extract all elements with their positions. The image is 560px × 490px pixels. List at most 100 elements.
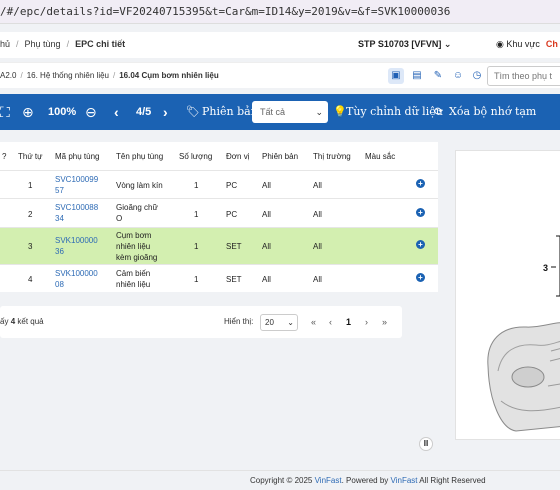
part-name: Vòng làm kín xyxy=(116,181,163,190)
chevron-down-icon: ⌄ xyxy=(443,39,452,49)
callout-number: 3 xyxy=(543,263,548,273)
next-page-button[interactable]: › xyxy=(365,317,368,327)
part-name: Gioăng chữ O xyxy=(116,203,158,223)
part-code-link[interactable]: SVC100088 34 xyxy=(55,202,98,224)
breadcrumb-model[interactable]: A2.0 xyxy=(0,71,16,80)
col-header-code: Mã phụ tùng xyxy=(55,152,100,161)
language-selector[interactable]: Ch xyxy=(546,39,558,49)
globe-icon: ◉ xyxy=(496,39,504,49)
part-search-input[interactable] xyxy=(487,66,560,86)
breadcrumb-assembly: 16.04 Cụm bơm nhiên liệu xyxy=(119,71,219,80)
last-page-button[interactable]: » xyxy=(382,317,387,327)
row-unit: SET xyxy=(226,242,242,251)
browser-url-bar[interactable]: /#/epc/details?id=VF20240715395&t=Car&m=… xyxy=(0,0,560,24)
row-market: All xyxy=(313,242,322,251)
clear-cache-button[interactable]: Xóa bộ nhớ tạm xyxy=(449,94,536,130)
top-nav: hủ / Phụ tùng / EPC chi tiết STP S10703 [VFV… xyxy=(0,32,560,58)
next-page-icon[interactable]: › xyxy=(163,94,168,130)
refresh-icon[interactable]: ⟳ xyxy=(434,94,443,130)
page-size-label: Hiển thị: xyxy=(224,317,254,326)
vinfast-link[interactable]: VinFast xyxy=(315,476,342,485)
col-header-version: Phiên bản xyxy=(262,152,299,161)
col-header-unit: Đơn vị xyxy=(226,152,250,161)
current-page-button[interactable]: 1 xyxy=(346,317,351,327)
row-qty: 1 xyxy=(194,181,199,190)
table-row[interactable]: 2 SVC100088 34 Gioăng chữ O 1 PC All All + xyxy=(0,198,438,227)
row-version: All xyxy=(262,210,271,219)
table-row[interactable]: 4 SVK100000 08 Cảm biến nhiên liệu 1 SET A… xyxy=(0,264,438,292)
table-row-selected[interactable]: 3 SVK100000 36 Cụm bơm nhiên liệu kèm gioăn… xyxy=(0,227,438,264)
row-order: 2 xyxy=(28,210,33,219)
add-to-cart-icon[interactable]: + xyxy=(416,273,425,282)
vinfast-link[interactable]: VinFast xyxy=(391,476,418,485)
page-indicator: 4/5 xyxy=(136,106,152,118)
url-text: /#/epc/details?id=VF20240715395&t=Car&m=… xyxy=(0,5,451,18)
row-market: All xyxy=(313,210,322,219)
part-name: Cảm biến nhiên liệu xyxy=(116,269,151,289)
row-order: 4 xyxy=(28,275,33,284)
grid-view-icon[interactable]: ▣ xyxy=(388,68,404,84)
col-header-qty: Số lượng xyxy=(179,152,213,161)
main-breadcrumb: hủ / Phụ tùng / EPC chi tiết xyxy=(0,39,126,49)
breadcrumb-home[interactable]: hủ xyxy=(0,39,10,49)
footer: Copyright © 2025 VinFast. Powered by Vin… xyxy=(0,470,560,490)
fuel-tank-illustration xyxy=(487,322,560,432)
parts-diagram[interactable]: 3 xyxy=(455,150,560,440)
zoom-out-icon[interactable]: ⊖ xyxy=(85,94,97,130)
breadcrumb-parts[interactable]: Phụ tùng xyxy=(25,39,61,49)
result-summary: ấy 4 kết quả xyxy=(0,317,44,326)
region-label: Khu vực xyxy=(506,39,540,49)
row-unit: PC xyxy=(226,181,238,190)
row-qty: 1 xyxy=(194,242,199,251)
row-version: All xyxy=(262,242,271,251)
page-size-value: 20 xyxy=(265,318,274,327)
page-size-select[interactable]: 20 ⌄ xyxy=(260,314,298,331)
zoom-in-icon[interactable]: ⊕ xyxy=(22,94,34,130)
col-header-order: Thứ tự xyxy=(18,152,43,161)
row-market: All xyxy=(313,181,322,190)
row-order: 1 xyxy=(28,181,33,190)
row-version: All xyxy=(262,181,271,190)
col-header-market: Thị trường xyxy=(313,152,351,161)
custom-data-button[interactable]: Tùy chỉnh dữ liệu xyxy=(346,94,443,130)
history-clock-icon[interactable]: ◷ xyxy=(469,68,485,84)
col-header-check: ? xyxy=(2,152,7,161)
chevron-down-icon: ⌄ xyxy=(287,318,294,327)
zoom-level: 100% xyxy=(48,106,77,118)
row-unit: SET xyxy=(226,275,242,284)
lightbulb-icon: 💡 xyxy=(333,106,347,118)
save-icon[interactable]: ▤ xyxy=(409,68,425,84)
part-code-link[interactable]: SVC100099 57 xyxy=(55,174,98,196)
table-row[interactable]: 1 SVC100099 57 Vòng làm kín 1 PC All All … xyxy=(0,170,438,198)
category-breadcrumb: A2.0/16. Hệ thống nhiên liệu/16.04 Cụm b… xyxy=(0,71,219,80)
callout-3[interactable]: 3 xyxy=(543,235,560,297)
version-select-value: Tất cả xyxy=(260,107,286,117)
breadcrumb-system[interactable]: 16. Hệ thống nhiên liệu xyxy=(27,71,109,80)
col-header-name: Tên phụ tùng xyxy=(116,152,164,161)
version-select[interactable]: Tất cả ⌄ xyxy=(252,101,328,123)
add-to-cart-icon[interactable]: + xyxy=(416,240,425,249)
prev-page-icon[interactable]: ‹ xyxy=(114,94,119,130)
first-page-button[interactable]: « xyxy=(311,317,316,327)
tag-icon: 🏷 xyxy=(186,106,200,118)
pause-icon[interactable]: II xyxy=(419,437,433,451)
parts-table: ? Thứ tự Mã phụ tùng Tên phụ tùng Số lượ… xyxy=(0,142,438,292)
edit-icon[interactable]: ✎ xyxy=(430,68,446,84)
part-code-link[interactable]: SVK100000 08 xyxy=(55,268,98,290)
dealer-label: STP S10703 [VFVN] xyxy=(358,39,442,49)
add-to-cart-icon[interactable]: + xyxy=(416,179,425,188)
user-icon[interactable]: ☺ xyxy=(450,68,466,84)
part-code-link[interactable]: SVK100000 36 xyxy=(55,235,98,257)
chevron-down-icon: ⌄ xyxy=(315,107,323,117)
prev-page-button[interactable]: ‹ xyxy=(329,317,332,327)
part-name: Cụm bơm nhiên liệu kèm gioăng xyxy=(116,231,158,262)
col-header-color: Màu sắc xyxy=(365,152,396,161)
row-unit: PC xyxy=(226,210,238,219)
row-qty: 1 xyxy=(194,210,199,219)
row-order: 3 xyxy=(28,242,33,251)
copyright-text: Copyright © 2025 VinFast. Powered by Vin… xyxy=(250,476,486,485)
dealer-selector[interactable]: STP S10703 [VFVN] ⌄ xyxy=(358,39,451,50)
fullscreen-icon[interactable]: ⛶ xyxy=(0,94,10,130)
add-to-cart-icon[interactable]: + xyxy=(416,208,425,217)
region-selector[interactable]: ◉ Khu vực Ch xyxy=(496,39,558,50)
